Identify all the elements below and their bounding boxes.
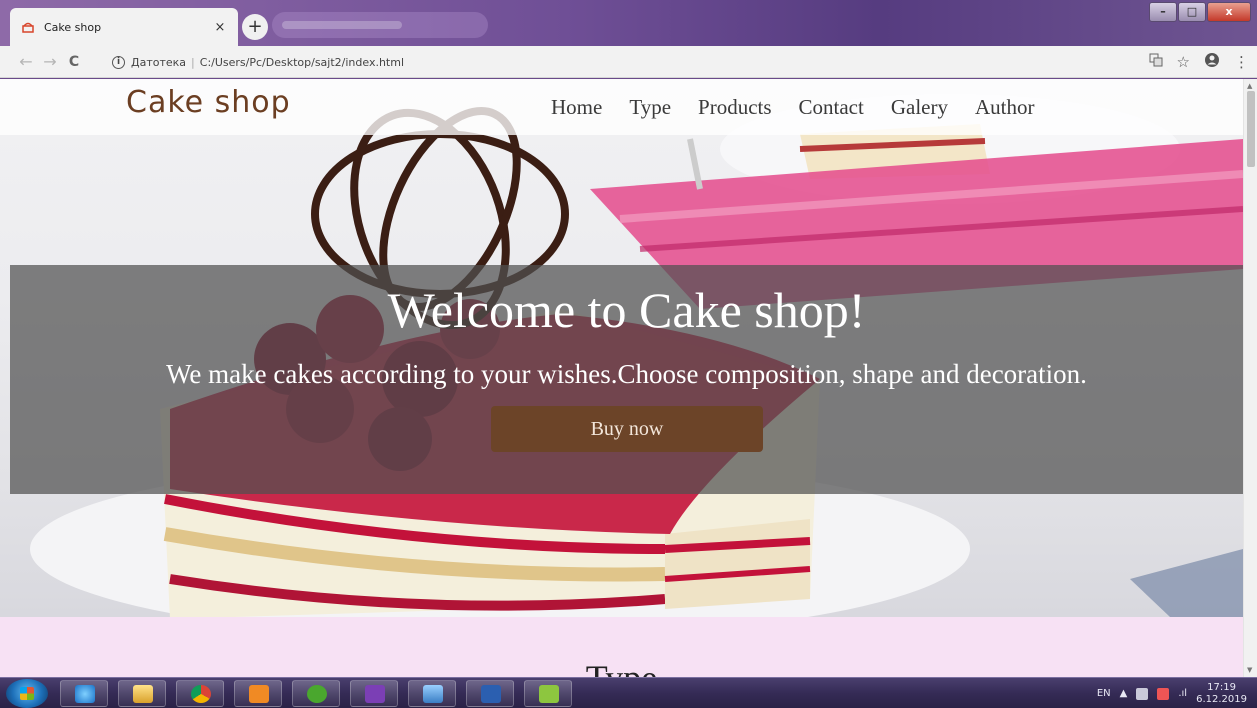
page-scrollbar[interactable]: ▲ ▼: [1243, 79, 1257, 677]
site-logo[interactable]: Cake shop: [126, 85, 291, 120]
maximize-button[interactable]: □: [1178, 2, 1206, 22]
utorrent-icon[interactable]: [292, 680, 340, 707]
language-indicator[interactable]: EN: [1097, 688, 1111, 699]
buy-now-button[interactable]: Buy now: [491, 406, 763, 452]
clock[interactable]: 17:19 6.12.2019: [1196, 682, 1247, 706]
page-viewport: Cake shop Home Type Products Contact Gal…: [0, 79, 1243, 677]
type-section: Type: [0, 617, 1243, 677]
translate-icon[interactable]: [1149, 53, 1163, 71]
action-center-flag-icon[interactable]: [1136, 687, 1149, 700]
new-tab-button[interactable]: +: [242, 14, 268, 40]
address-separator: |: [191, 55, 195, 69]
info-icon[interactable]: i: [112, 55, 125, 69]
close-window-button[interactable]: x: [1207, 2, 1251, 22]
type-section-title: Type: [0, 657, 1243, 677]
bookmark-star-icon[interactable]: ☆: [1177, 53, 1190, 71]
menu-item-home[interactable]: Home: [551, 95, 602, 120]
tab-title: Cake shop: [44, 20, 102, 34]
control-panel-icon[interactable]: [408, 680, 456, 707]
windows-taskbar: EN ▲ .ıl 17:19 6.12.2019: [0, 677, 1257, 708]
minimize-button[interactable]: –: [1149, 2, 1177, 22]
address-prefix: Датотека: [131, 55, 187, 69]
network-signal-icon[interactable]: .ıl: [1178, 688, 1187, 699]
system-tray: EN ▲ .ıl 17:19 6.12.2019: [1097, 678, 1247, 708]
chrome-icon[interactable]: [176, 680, 224, 707]
reload-button[interactable]: C: [62, 54, 86, 70]
background-tab[interactable]: [272, 12, 488, 38]
clock-date: 6.12.2019: [1196, 693, 1247, 705]
profile-icon[interactable]: [1204, 52, 1220, 72]
menu-item-contact[interactable]: Contact: [799, 95, 864, 120]
welcome-title: Welcome to Cake shop!: [387, 282, 866, 338]
menu-kebab-icon[interactable]: ⋮: [1234, 53, 1249, 71]
cake-icon: [20, 19, 36, 35]
menu-item-galery[interactable]: Galery: [891, 95, 948, 120]
menu-item-products[interactable]: Products: [698, 95, 772, 120]
scroll-up-arrow-icon[interactable]: ▲: [1247, 82, 1252, 90]
show-hidden-icons-icon[interactable]: ▲: [1120, 688, 1128, 699]
omnibox[interactable]: i Датотека | C:/Users/Pc/Desktop/sajt2/i…: [112, 51, 404, 73]
hero-section: Cake shop Home Type Products Contact Gal…: [0, 79, 1243, 617]
tab-cake-shop[interactable]: Cake shop ×: [10, 8, 238, 46]
word-icon[interactable]: [466, 680, 514, 707]
browser-titlebar: Cake shop × + – □ x: [0, 0, 1257, 46]
site-navbar: Cake shop Home Type Products Contact Gal…: [0, 79, 1243, 135]
close-tab-icon[interactable]: ×: [212, 20, 228, 35]
menu-item-author[interactable]: Author: [975, 95, 1035, 120]
file-explorer-icon[interactable]: [118, 680, 166, 707]
window-controls: – □ x: [1149, 2, 1251, 22]
internet-explorer-icon[interactable]: [60, 680, 108, 707]
visual-studio-icon[interactable]: [350, 680, 398, 707]
antivirus-icon[interactable]: [1157, 687, 1170, 700]
clock-time: 17:19: [1207, 681, 1236, 693]
welcome-banner: Welcome to Cake shop! We make cakes acco…: [10, 265, 1243, 494]
address-url[interactable]: C:/Users/Pc/Desktop/sajt2/index.html: [200, 56, 404, 69]
menu-item-type[interactable]: Type: [629, 95, 671, 120]
address-bar: ← → C i Датотека | C:/Users/Pc/Desktop/s…: [0, 46, 1257, 78]
notepad-plus-plus-icon[interactable]: [524, 680, 572, 707]
scroll-thumb[interactable]: [1247, 91, 1255, 167]
welcome-subtitle: We make cakes according to your wishes.C…: [166, 359, 1087, 389]
toolbar-right: ☆ ⋮: [1149, 52, 1249, 72]
back-button[interactable]: ←: [14, 52, 38, 71]
media-player-icon[interactable]: [234, 680, 282, 707]
main-menu: Home Type Products Contact Galery Author: [551, 95, 1061, 120]
start-button[interactable]: [6, 679, 48, 708]
forward-button[interactable]: →: [38, 52, 62, 71]
scroll-down-arrow-icon[interactable]: ▼: [1247, 666, 1252, 674]
